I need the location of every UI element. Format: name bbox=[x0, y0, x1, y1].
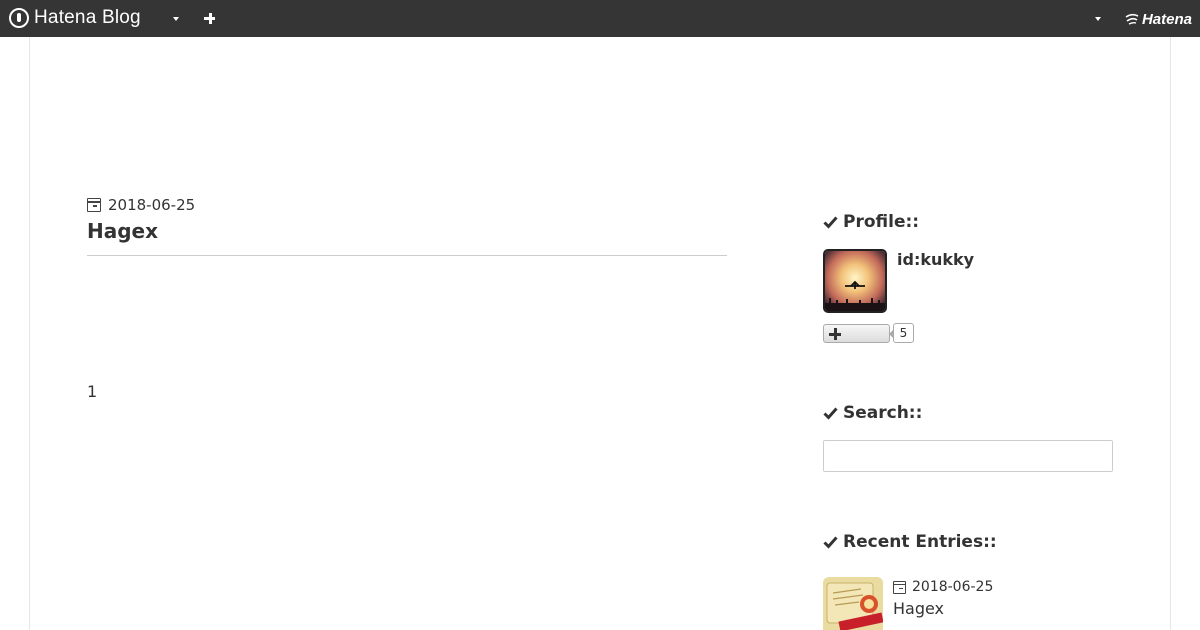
recent-entry-title[interactable]: Hagex bbox=[893, 599, 944, 618]
hatena-blog-logo-icon bbox=[9, 8, 29, 28]
subscriber-count: 5 bbox=[889, 323, 914, 343]
recent-entry-date-text: 2018-06-25 bbox=[912, 579, 994, 595]
blog-menu-caret-icon[interactable] bbox=[170, 13, 182, 25]
plus-icon bbox=[829, 328, 841, 340]
new-post-plus-icon[interactable] bbox=[202, 10, 218, 26]
user-menu-caret-icon[interactable] bbox=[1092, 13, 1104, 25]
check-icon bbox=[823, 536, 838, 549]
entry-divider bbox=[87, 255, 727, 256]
page-container bbox=[29, 37, 1171, 630]
search-heading-text: Search:: bbox=[843, 403, 923, 423]
search-input[interactable] bbox=[823, 440, 1113, 472]
airplane-sunset-avatar-image bbox=[825, 251, 885, 311]
recent-entries-heading: Recent Entries:: bbox=[823, 532, 997, 552]
entry-title[interactable]: Hagex bbox=[87, 219, 158, 243]
profile-user-id[interactable]: id:kukky bbox=[897, 250, 974, 269]
recent-entry-thumbnail[interactable] bbox=[823, 577, 883, 630]
hatena-brand-link[interactable]: Hatena bbox=[1125, 9, 1192, 29]
check-icon bbox=[823, 407, 838, 420]
hatena-mark-icon bbox=[1125, 13, 1139, 25]
entry-date-text[interactable]: 2018-06-25 bbox=[108, 196, 195, 214]
entry-body: 1 bbox=[87, 382, 98, 401]
entry-date: 2018-06-25 bbox=[87, 196, 195, 214]
recent-entries-heading-text: Recent Entries:: bbox=[843, 532, 997, 552]
profile-heading: Profile:: bbox=[823, 212, 919, 232]
check-icon bbox=[823, 216, 838, 229]
recent-entry-date: 2018-06-25 bbox=[893, 579, 993, 595]
profile-avatar[interactable] bbox=[823, 249, 887, 313]
calendar-icon bbox=[893, 580, 906, 594]
search-heading: Search:: bbox=[823, 403, 922, 423]
profile-heading-text: Profile:: bbox=[843, 212, 920, 232]
hatena-brand-text: Hatena bbox=[1141, 10, 1192, 28]
subscribe-button[interactable] bbox=[823, 324, 890, 343]
logo-text: Hatena Blog bbox=[34, 7, 141, 28]
calendar-icon bbox=[87, 198, 101, 212]
global-header: Hatena Blog Hatena bbox=[0, 0, 1200, 37]
book-cover-thumbnail-image bbox=[823, 577, 883, 630]
hatena-blog-logo[interactable]: Hatena Blog bbox=[9, 7, 141, 29]
